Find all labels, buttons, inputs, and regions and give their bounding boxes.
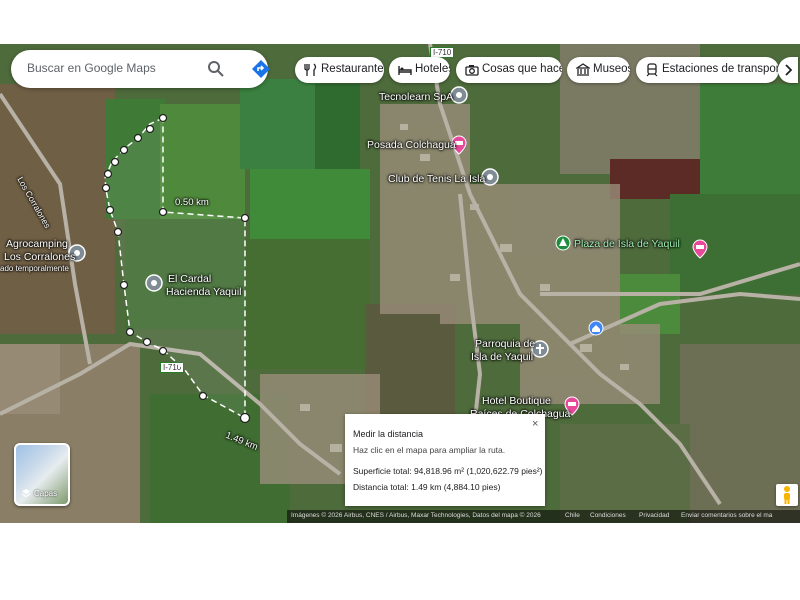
- park-pin-icon[interactable]: [555, 235, 571, 251]
- measure-total-area: Superficie total: 94,818.96 m² (1,020,62…: [353, 466, 543, 476]
- bed-icon: [398, 66, 412, 75]
- measure-title: Medir la distancia: [353, 429, 424, 439]
- close-icon[interactable]: ×: [532, 418, 538, 430]
- chip-label: Estaciones de transport...: [662, 63, 779, 75]
- chip-cosas-que-hacer[interactable]: Cosas que hacer: [456, 57, 562, 83]
- route-vertex[interactable]: [198, 391, 208, 401]
- chip-label: Cosas que hacer: [482, 63, 562, 75]
- blue-place-icon[interactable]: [588, 320, 604, 336]
- poi-pin[interactable]: [145, 274, 163, 294]
- route-vertex[interactable]: [133, 133, 143, 143]
- chips-scroll-right-button[interactable]: [778, 57, 798, 83]
- route-vertex[interactable]: [119, 145, 129, 155]
- measure-hint: Haz clic en el mapa para ampliar la ruta…: [353, 445, 506, 455]
- place-el-cardal[interactable]: El Cardal: [168, 273, 211, 285]
- chip-label: Restaurantes: [321, 63, 384, 75]
- place-hotel-boutique[interactable]: Hotel Boutique: [482, 395, 551, 407]
- segment-distance-label: 0.50 km: [175, 197, 209, 208]
- route-vertex[interactable]: [105, 205, 115, 215]
- search-box[interactable]: Buscar en Google Maps: [11, 50, 271, 88]
- feedback-link[interactable]: Enviar comentarios sobre el ma: [681, 512, 772, 519]
- chip-hoteles[interactable]: Hoteles: [389, 57, 450, 83]
- directions-icon[interactable]: [251, 59, 271, 79]
- layers-icon: [21, 489, 31, 498]
- chip-estaciones-de-transporte[interactable]: Estaciones de transport...: [636, 57, 779, 83]
- museum-icon: [576, 63, 590, 76]
- layers-button[interactable]: Capas: [14, 443, 70, 506]
- place-agrocamping-name: Los Corralones: [4, 251, 76, 263]
- place-agrocamping-status: ado temporalmente: [0, 264, 69, 273]
- measure-total-distance: Distancia total: 1.49 km (4,884.10 pies): [353, 482, 501, 492]
- street-view-pegman[interactable]: [776, 484, 798, 506]
- route-vertex[interactable]: [158, 346, 168, 356]
- map-footer: Imágenes © 2026 Airbus, CNES / Airbus, M…: [287, 510, 800, 523]
- place-posada-colchagua[interactable]: Posada Colchagua: [367, 139, 456, 151]
- fork-knife-icon: [304, 63, 317, 76]
- privacy-link[interactable]: Privacidad: [639, 512, 669, 519]
- route-vertex[interactable]: [142, 337, 152, 347]
- chip-label: Hoteles: [415, 63, 450, 75]
- place-parroquia[interactable]: Parroquia de: [475, 338, 535, 350]
- country-label[interactable]: Chile: [565, 512, 580, 519]
- route-vertex[interactable]: [110, 157, 120, 167]
- imagery-credits: Imágenes © 2026 Airbus, CNES / Airbus, M…: [291, 512, 541, 519]
- search-input[interactable]: Buscar en Google Maps: [27, 61, 156, 75]
- chip-label: Museos: [593, 63, 630, 75]
- route-vertex[interactable]: [158, 113, 168, 123]
- place-plaza-isla-de-yaquil[interactable]: Plaza de Isla de Yaquil: [574, 238, 680, 250]
- place-tecnolearn[interactable]: Tecnolearn SpA: [379, 91, 453, 103]
- place-parroquia-name: Isla de Yaquil: [471, 351, 534, 363]
- route-vertex[interactable]: [240, 213, 250, 223]
- layers-label: Capas: [34, 489, 58, 498]
- chip-museos[interactable]: Museos: [567, 57, 630, 83]
- search-icon[interactable]: [207, 60, 225, 78]
- route-vertex[interactable]: [119, 280, 129, 290]
- terms-link[interactable]: Condiciones: [590, 512, 626, 519]
- train-icon: [646, 63, 658, 77]
- route-vertex[interactable]: [145, 124, 155, 134]
- measure-distance-panel: Medir la distancia Haz clic en el mapa p…: [345, 414, 545, 506]
- measured-area: [104, 116, 246, 420]
- hotel-pin-icon[interactable]: [691, 239, 709, 259]
- chevron-right-icon: [785, 64, 793, 76]
- pegman-icon: [784, 486, 790, 504]
- route-vertex[interactable]: [101, 183, 111, 193]
- route-vertex[interactable]: [103, 169, 113, 179]
- chip-restaurantes[interactable]: Restaurantes: [295, 57, 384, 83]
- camera-icon: [465, 65, 479, 76]
- route-vertex[interactable]: [113, 227, 123, 237]
- route-vertex[interactable]: [125, 327, 135, 337]
- route-endpoint[interactable]: [239, 412, 251, 424]
- place-club-de-tenis[interactable]: Club de Tenis La Isla: [388, 173, 485, 185]
- place-hacienda-yaquil: Hacienda Yaquil: [166, 286, 242, 298]
- place-agrocamping[interactable]: Agrocamping: [6, 238, 68, 250]
- route-vertex[interactable]: [158, 207, 168, 217]
